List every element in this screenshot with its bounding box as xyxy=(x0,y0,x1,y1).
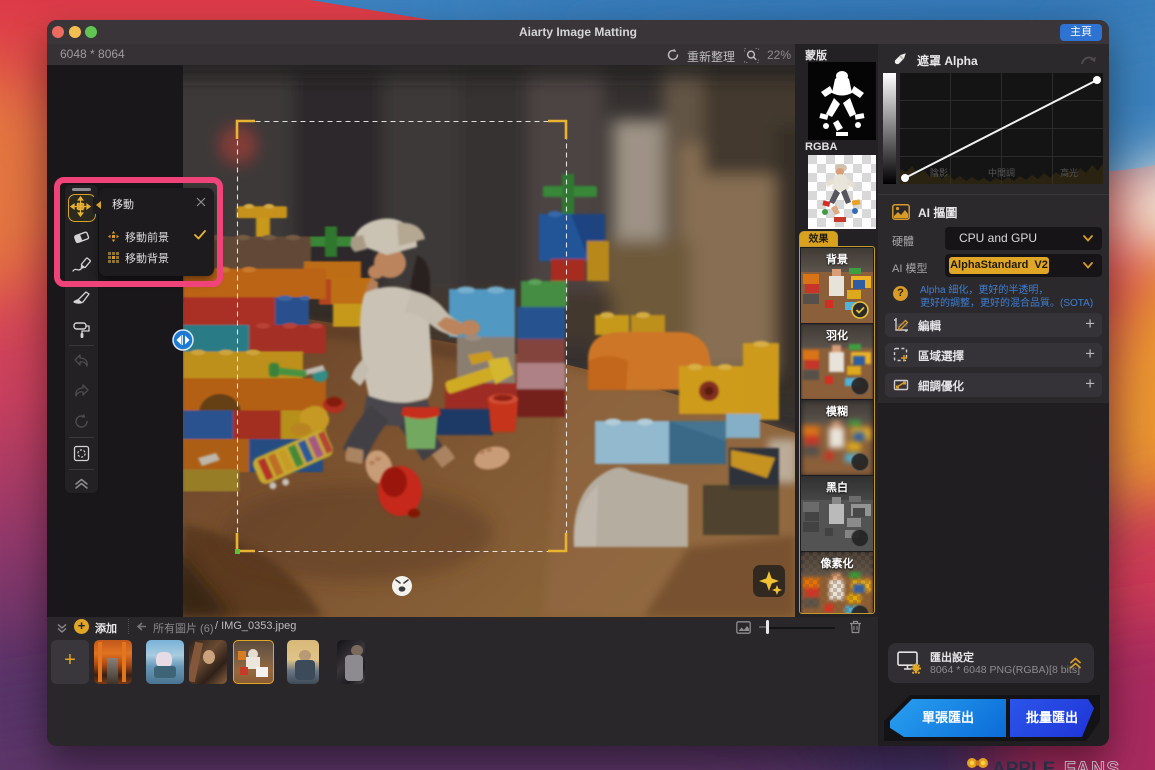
svg-text:高光: 高光 xyxy=(1060,167,1078,178)
svg-text:陰影: 陰影 xyxy=(930,167,948,178)
svg-text:APPLE: APPLE xyxy=(992,759,1055,770)
svg-text:中間調: 中間調 xyxy=(988,167,1015,178)
svg-text:FANS: FANS xyxy=(1064,759,1121,770)
